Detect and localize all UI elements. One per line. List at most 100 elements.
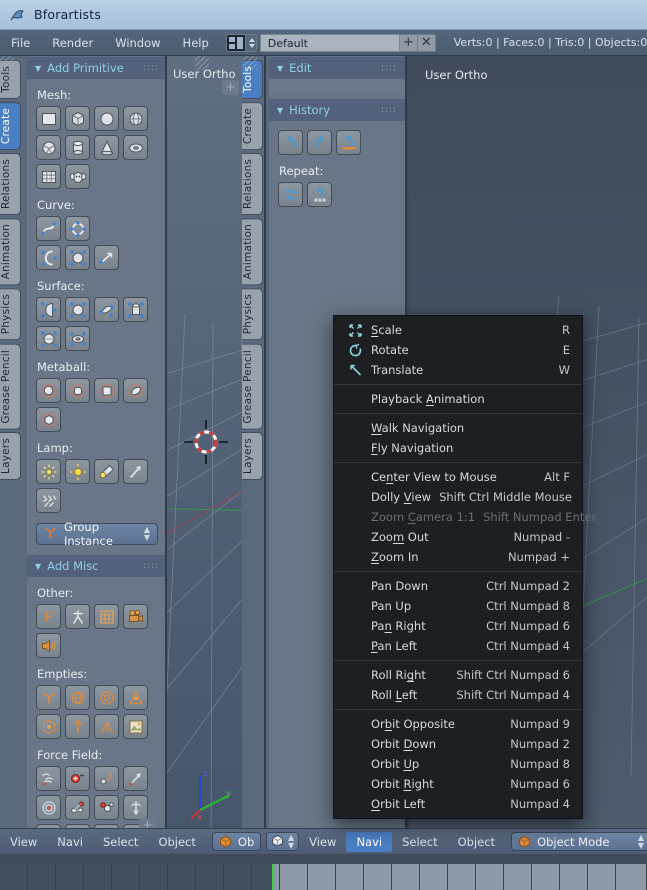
panel-grip-icon[interactable]: ::::: [381, 63, 397, 73]
shading-spinner-icon[interactable]: ▲▼: [288, 834, 294, 850]
delete-layout-button[interactable]: ✕: [418, 34, 436, 52]
meta-ellipsoid-icon[interactable]: [123, 378, 148, 403]
cube-icon[interactable]: [65, 106, 90, 131]
force-magnetic-icon[interactable]: [65, 795, 90, 820]
sidebar-tab-animation[interactable]: Animation: [0, 218, 21, 285]
footer1-menu-view[interactable]: View: [0, 832, 47, 852]
footer2-menu-navi[interactable]: Navi: [346, 832, 392, 852]
bezier-circle-icon[interactable]: [65, 216, 90, 241]
circle-icon[interactable]: [94, 106, 119, 131]
repeat-last-icon[interactable]: [278, 182, 303, 207]
add-layout-button[interactable]: +: [400, 34, 418, 52]
lamp-spot-icon[interactable]: [94, 459, 119, 484]
menu-item-pan-right[interactable]: Pan Right Ctrl Numpad 6: [334, 616, 582, 636]
surface-sphere-icon[interactable]: [36, 326, 61, 351]
text-icon[interactable]: F: [36, 604, 61, 629]
panel-grip-icon[interactable]: ::::: [381, 105, 397, 115]
meta-capsule-icon[interactable]: [65, 378, 90, 403]
menu-item-pan-up[interactable]: Pan Up Ctrl Numpad 8: [334, 596, 582, 616]
lamp-point-icon[interactable]: [36, 459, 61, 484]
plane-icon[interactable]: [36, 106, 61, 131]
footer2-menu-object[interactable]: Object: [448, 832, 505, 852]
force-texture-icon[interactable]: [94, 795, 119, 820]
mid-sidebar-tab-create[interactable]: Create: [242, 102, 263, 150]
meta-cube-icon[interactable]: [36, 407, 61, 432]
undo-icon[interactable]: [278, 130, 303, 155]
screen-layout-selector[interactable]: Default + ✕: [226, 34, 436, 52]
torus-icon[interactable]: [123, 135, 148, 160]
group-instance-button[interactable]: Group Instance ▲▼: [36, 523, 158, 545]
sidebar-tab-layers[interactable]: Layers: [0, 432, 21, 480]
panel-grip-icon[interactable]: ::::: [143, 561, 159, 571]
menu-item-walk-navigation[interactable]: Walk Navigation: [334, 418, 582, 438]
sidebar-tab-physics[interactable]: Physics: [0, 288, 21, 340]
lamp-hemi-icon[interactable]: [123, 459, 148, 484]
lamp-area-icon[interactable]: [36, 488, 61, 513]
empty-plain-axes-icon[interactable]: [36, 685, 61, 710]
footer2-mode-selector[interactable]: Object Mode ▲▼: [511, 832, 647, 851]
menu-item-orbit-down[interactable]: Orbit Down Numpad 2: [334, 734, 582, 754]
camera-icon[interactable]: [123, 604, 148, 629]
footer1-menu-select[interactable]: Select: [93, 832, 148, 852]
cylinder-icon[interactable]: [65, 135, 90, 160]
panel-header-add-misc[interactable]: ▼ Add Misc ::::: [27, 554, 167, 577]
menu-item-pan-left[interactable]: Pan Left Ctrl Numpad 4: [334, 636, 582, 656]
empty-sphere-icon[interactable]: [65, 685, 90, 710]
grid-icon[interactable]: [36, 164, 61, 189]
panel-header-history[interactable]: ▼ History ::::: [269, 98, 405, 121]
mode-spinner-icon[interactable]: ▲▼: [638, 834, 644, 850]
meta-plane-icon[interactable]: [94, 378, 119, 403]
menu-item-translate[interactable]: Translate W: [334, 360, 582, 380]
layout-spinner-icon[interactable]: [246, 34, 257, 52]
sidebar-tab-tools[interactable]: Tools: [0, 60, 21, 99]
uv-sphere-icon[interactable]: [123, 106, 148, 131]
menu-item-playback-animation[interactable]: Playback Animation: [334, 389, 582, 409]
menu-item-orbit-left[interactable]: Orbit Left Numpad 4: [334, 794, 582, 814]
armature-icon[interactable]: [65, 604, 90, 629]
layout-name-field[interactable]: Default: [260, 34, 400, 52]
mid-sidebar-tab-grease-pencil[interactable]: Grease Pencil: [242, 344, 263, 430]
group-instance-spinner-icon[interactable]: ▲▼: [144, 526, 150, 542]
empty-cube-icon[interactable]: [36, 714, 61, 739]
screen-layout-icon[interactable]: [226, 34, 246, 52]
mid-sidebar-tab-physics[interactable]: Physics: [242, 288, 263, 340]
mid-sidebar-tab-animation[interactable]: Animation: [242, 218, 263, 285]
force-harmonic-icon[interactable]: [123, 766, 148, 791]
path-icon[interactable]: [94, 245, 119, 270]
menu-item-zoom-out[interactable]: Zoom Out Numpad -: [334, 527, 582, 547]
mid-sidebar-tab-tools[interactable]: Tools: [242, 60, 263, 99]
surface-patch-icon[interactable]: [94, 297, 119, 322]
cone-icon[interactable]: [94, 135, 119, 160]
menu-item-orbit-opposite[interactable]: Orbit Opposite Numpad 9: [334, 714, 582, 734]
redo-icon[interactable]: [307, 130, 332, 155]
menu-item-dolly-view[interactable]: Dolly View Shift Ctrl Middle Mouse: [334, 487, 582, 507]
footer1-mode-selector[interactable]: Ob: [212, 832, 261, 851]
bezier-curve-icon[interactable]: [36, 216, 61, 241]
menu-item-roll-right[interactable]: Roll Right Shift Ctrl Numpad 6: [334, 665, 582, 685]
menu-render[interactable]: Render: [41, 33, 104, 53]
monkey-icon[interactable]: [65, 164, 90, 189]
empty-arrows-icon[interactable]: [94, 714, 119, 739]
empty-circle-icon[interactable]: [94, 685, 119, 710]
nurbs-circle-icon[interactable]: [65, 245, 90, 270]
surface-circle-icon[interactable]: [65, 297, 90, 322]
menu-item-fly-navigation[interactable]: Fly Navigation: [334, 438, 582, 458]
panel-header-edit[interactable]: ▼ Edit ::::: [269, 56, 405, 79]
force-charge-icon[interactable]: [65, 766, 90, 791]
undo-history-icon[interactable]: [336, 130, 361, 155]
menu-item-rotate[interactable]: Rotate E: [334, 340, 582, 360]
footer2-menu-select[interactable]: Select: [392, 832, 447, 852]
menu-item-roll-left[interactable]: Roll Left Shift Ctrl Numpad 4: [334, 685, 582, 705]
force-drag-icon[interactable]: [123, 795, 148, 820]
menu-item-zoom-in[interactable]: Zoom In Numpad +: [334, 547, 582, 567]
footer1-menu-object[interactable]: Object: [148, 832, 205, 852]
force-force-icon[interactable]: [36, 766, 61, 791]
mid-sidebar-tab-relations[interactable]: Relations: [242, 153, 263, 215]
menu-item-scale[interactable]: Scale R: [334, 320, 582, 340]
menu-item-center-view-to-mouse[interactable]: Center View to Mouse Alt F: [334, 467, 582, 487]
menu-help[interactable]: Help: [172, 33, 220, 53]
sidebar-tab-create[interactable]: Create: [0, 102, 21, 150]
menu-item-orbit-right[interactable]: Orbit Right Numpad 6: [334, 774, 582, 794]
empty-single-arrow-icon[interactable]: [65, 714, 90, 739]
timeline-playhead[interactable]: [272, 864, 274, 890]
